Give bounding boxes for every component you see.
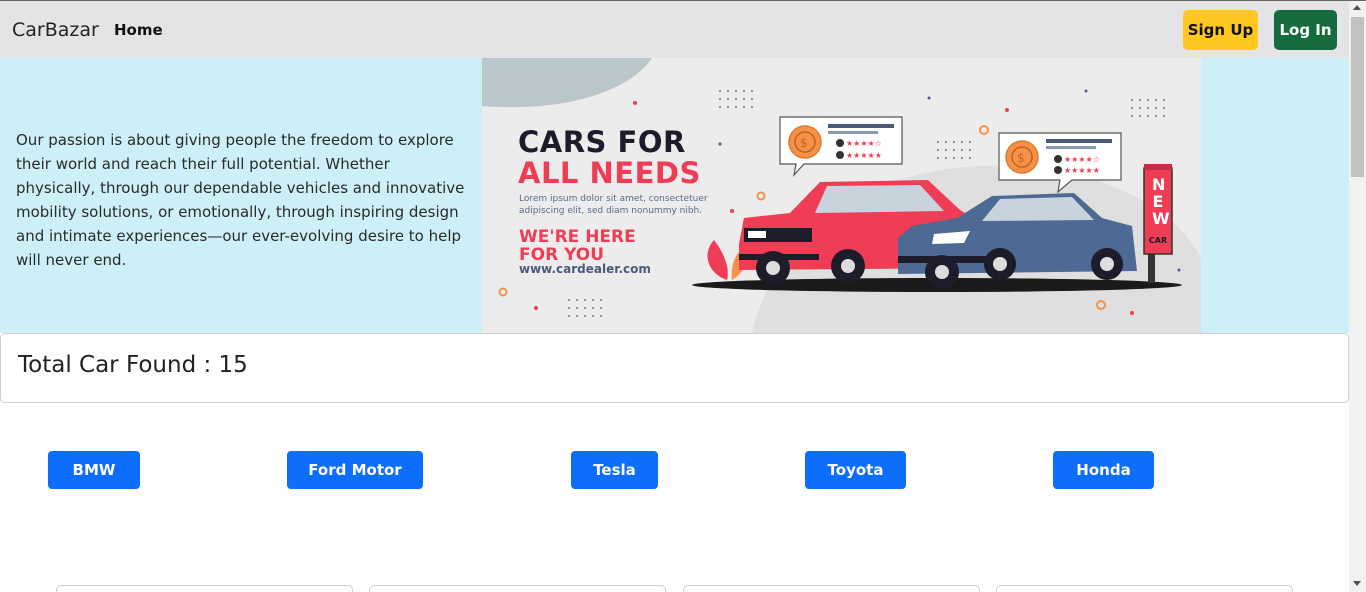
brand-button-honda[interactable]: Honda bbox=[1053, 451, 1154, 489]
signup-button[interactable]: Sign Up bbox=[1183, 10, 1258, 50]
page: CarBazar Home Sign Up Log In Our passion… bbox=[0, 1, 1349, 592]
svg-text:$: $ bbox=[800, 136, 808, 150]
car-card[interactable] bbox=[996, 585, 1293, 592]
hero-description: Our passion is about giving people the f… bbox=[16, 131, 465, 269]
brand-button-toyota[interactable]: Toyota bbox=[805, 451, 906, 489]
car-card[interactable] bbox=[369, 585, 666, 592]
svg-text:★★★★☆: ★★★★☆ bbox=[1064, 155, 1100, 164]
hero-banner-image: $ ★★★★☆ ★★★★★ $ ★★★★☆ ★★★★★ CARS FOR ALL… bbox=[482, 58, 1201, 333]
login-button[interactable]: Log In bbox=[1274, 10, 1337, 50]
banner-lorem: Lorem ipsum dolor sit amet, consectetuer… bbox=[519, 194, 708, 216]
banner-tagline: WE'RE HERE FOR YOU bbox=[519, 227, 636, 265]
car-card[interactable] bbox=[56, 585, 353, 592]
brand-button-tesla[interactable]: Tesla bbox=[571, 451, 658, 489]
scroll-down-arrow-icon[interactable] bbox=[1353, 581, 1361, 586]
banner-sign-new: NEW bbox=[1152, 175, 1170, 228]
brand-button-bmw[interactable]: BMW bbox=[48, 451, 140, 489]
banner-headline-2: ALL NEEDS bbox=[518, 156, 701, 190]
banner-sign-car: CAR bbox=[1148, 236, 1168, 245]
svg-text:$: $ bbox=[1017, 151, 1025, 165]
svg-text:★★★★★: ★★★★★ bbox=[1064, 166, 1100, 175]
brand-logo[interactable]: CarBazar bbox=[12, 19, 99, 41]
scroll-thumb[interactable] bbox=[1351, 17, 1364, 177]
navbar: CarBazar Home Sign Up Log In bbox=[0, 1, 1349, 58]
hero-section: Our passion is about giving people the f… bbox=[0, 58, 1349, 333]
brand-button-ford-motor[interactable]: Ford Motor bbox=[287, 451, 423, 489]
banner-headline-1: CARS FOR bbox=[518, 125, 686, 159]
total-cars-heading: Total Car Found : 15 bbox=[18, 352, 248, 378]
svg-text:★★★★★: ★★★★★ bbox=[846, 151, 882, 160]
page-scrollbar[interactable] bbox=[1349, 1, 1366, 592]
banner-url: www.cardealer.com bbox=[519, 262, 651, 276]
total-cars-card: Total Car Found : 15 bbox=[0, 333, 1349, 403]
car-card[interactable] bbox=[683, 585, 980, 592]
nav-home-link[interactable]: Home bbox=[114, 21, 163, 39]
svg-text:★★★★☆: ★★★★☆ bbox=[846, 139, 882, 148]
scroll-up-arrow-icon[interactable] bbox=[1353, 5, 1361, 10]
